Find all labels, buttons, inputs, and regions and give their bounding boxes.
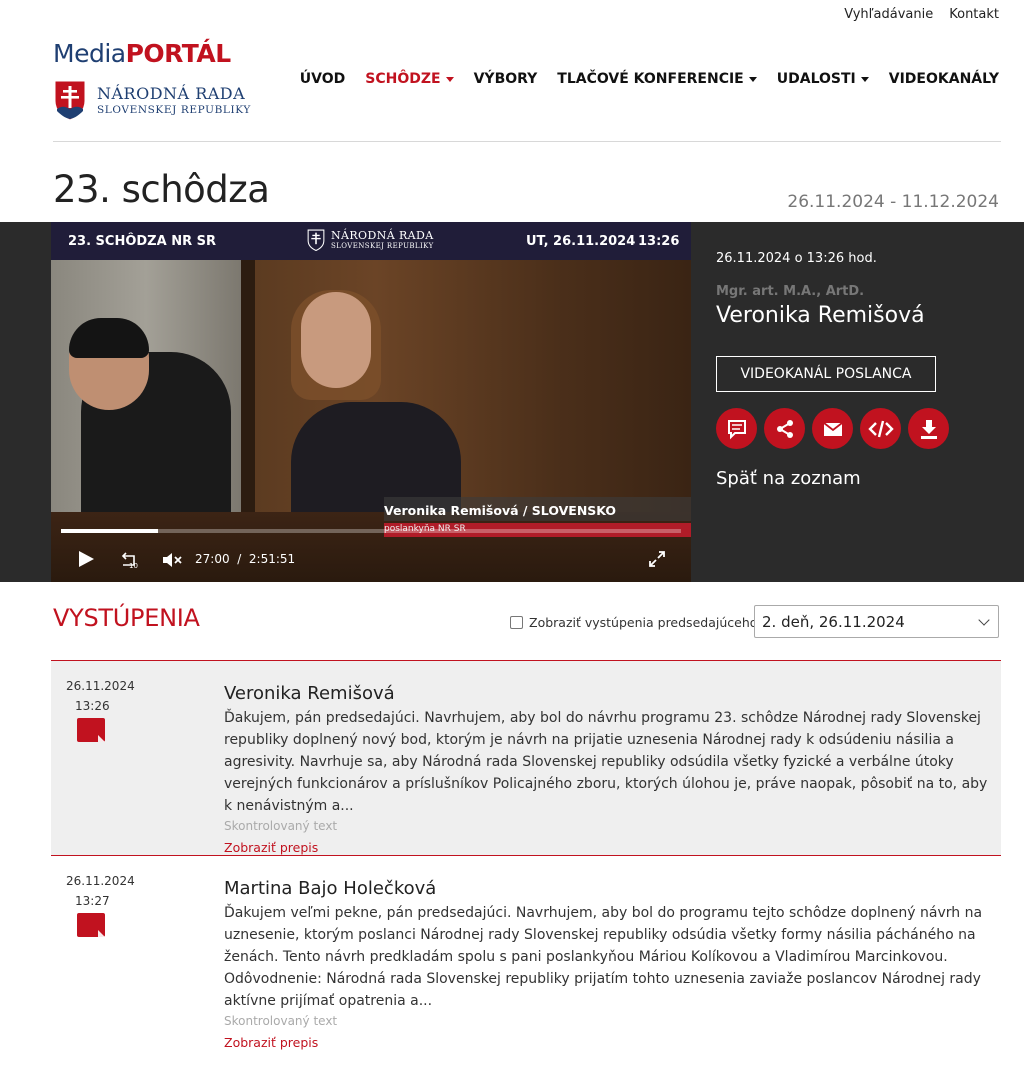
video-banner-date: UT, 26.11.2024 [526, 234, 636, 249]
search-link[interactable]: Vyhľadávanie [844, 7, 933, 22]
logo-line1: NÁRODNÁ RADA [97, 83, 246, 103]
speech-item: 26.11.2024 13:27 Martina Bajo Holečková … [51, 855, 1001, 1080]
top-links: Vyhľadávanie Kontakt [844, 7, 999, 22]
speech-date: 26.11.2024 [66, 874, 135, 888]
contact-link[interactable]: Kontakt [949, 7, 999, 22]
site-logo[interactable]: MediaPORTÁL NÁRODNÁ RADA SLOVENSKEJ REPU… [53, 38, 263, 121]
speech-status: Skontrolovaný text [224, 819, 338, 833]
header-divider [53, 141, 1001, 142]
mp-channel-button[interactable]: VIDEOKANÁL POSLANCA [716, 356, 936, 392]
speech-date: 26.11.2024 [66, 679, 135, 693]
video-banner: 23. SCHÔDZA NR SR NÁRODNÁ RADA SLOVENSKE… [51, 222, 691, 260]
video-player[interactable]: 23. SCHÔDZA NR SR NÁRODNÁ RADA SLOVENSKE… [51, 222, 691, 582]
speech-speaker[interactable]: Veronika Remišová [224, 683, 395, 704]
speech-time: 13:26 [75, 699, 110, 713]
video-controls: 10 27:00 / 2:51:51 [51, 547, 691, 573]
speech-status: Skontrolovaný text [224, 1014, 338, 1028]
speech-excerpt: Ďakujem, pán predsedajúci. Navrhujem, ab… [224, 710, 988, 814]
nav-item-4[interactable]: UDALOSTI [777, 71, 869, 87]
nav-item-1[interactable]: SCHÔDZE [365, 71, 454, 87]
chair-speeches-toggle[interactable]: Zobraziť vystúpenia predsedajúceho [510, 615, 757, 630]
caret-down-icon [445, 77, 454, 82]
nav-item-3[interactable]: TLAČOVÉ KONFERENCIE [557, 71, 757, 87]
video-banner-session: 23. SCHÔDZA NR SR [68, 234, 216, 249]
crest-icon [307, 229, 325, 251]
speech-datetime: 26.11.2024 o 13:26 hod. [716, 251, 877, 266]
logo-wordmark: MediaPORTÁL [53, 39, 231, 68]
chair-speeches-label: Zobraziť vystúpenia predsedajúceho [529, 615, 758, 630]
document-icon[interactable] [77, 913, 105, 937]
embed-icon[interactable] [860, 408, 901, 449]
session-dates: 26.11.2024 - 11.12.2024 [787, 192, 999, 212]
comment-icon[interactable] [716, 408, 757, 449]
back-to-list-link[interactable]: Späť na zoznam [716, 468, 861, 489]
video-banner-logo: NÁRODNÁ RADA SLOVENSKEJ REPUBLIKY [307, 229, 434, 251]
rewind-10-icon[interactable]: 10 [119, 549, 139, 569]
share-icon[interactable] [764, 408, 805, 449]
speech-time: 13:27 [75, 894, 110, 908]
document-icon[interactable] [77, 718, 105, 742]
logo-parliament: NÁRODNÁ RADA SLOVENSKEJ REPUBLIKY [53, 79, 263, 121]
nav-item-2[interactable]: VÝBORY [474, 71, 538, 87]
video-progress-bar[interactable] [61, 529, 681, 533]
video-progress-fill [61, 529, 159, 533]
speeches-title: VYSTÚPENIA [53, 604, 200, 632]
mail-icon[interactable] [812, 408, 853, 449]
nav-item-5[interactable]: VIDEOKANÁLY [889, 71, 999, 87]
action-icons [716, 408, 949, 449]
player-section: 23. SCHÔDZA NR SR NÁRODNÁ RADA SLOVENSKE… [0, 222, 1024, 582]
nav-item-0[interactable]: ÚVOD [300, 71, 345, 87]
chevron-down-icon [978, 614, 990, 626]
chair-speeches-checkbox[interactable] [510, 616, 523, 629]
speech-item: 26.11.2024 13:26 Veronika Remišová Ďakuj… [51, 660, 1001, 855]
main-nav: ÚVOD SCHÔDZE VÝBORY TLAČOVÉ KONFERENCIE UDAL… [300, 71, 999, 87]
day-select-value: 2. deň, 26.11.2024 [762, 613, 905, 631]
logo-line2: SLOVENSKEJ REPUBLIKY [97, 103, 251, 116]
video-banner-time: 13:26 [638, 234, 680, 249]
caret-down-icon [860, 77, 869, 82]
speaker-info: 26.11.2024 o 13:26 hod. Mgr. art. M.A., … [716, 222, 1006, 582]
speaker-degree: Mgr. art. M.A., ArtD. [716, 284, 865, 299]
fullscreen-icon[interactable] [648, 550, 666, 568]
play-icon[interactable] [79, 551, 94, 567]
caret-down-icon [748, 77, 757, 82]
speech-speaker[interactable]: Martina Bajo Holečková [224, 878, 436, 899]
download-icon[interactable] [908, 408, 949, 449]
mute-icon[interactable] [161, 550, 183, 570]
speaker-name: Veronika Remišová [716, 303, 925, 328]
show-transcript-link[interactable]: Zobraziť prepis [224, 1032, 318, 1054]
day-select[interactable]: 2. deň, 26.11.2024 [754, 605, 999, 638]
video-scene-head [301, 292, 371, 388]
video-time-display: 27:00 / 2:51:51 [195, 552, 296, 566]
lower-third-name: Veronika Remišová / SLOVENSKO [384, 497, 691, 521]
crest-icon [54, 80, 86, 121]
page-title: 23. schôdza [53, 168, 270, 211]
svg-text:10: 10 [129, 562, 138, 569]
speech-excerpt: Ďakujem veľmi pekne, pán predsedajúci. N… [224, 905, 983, 1009]
